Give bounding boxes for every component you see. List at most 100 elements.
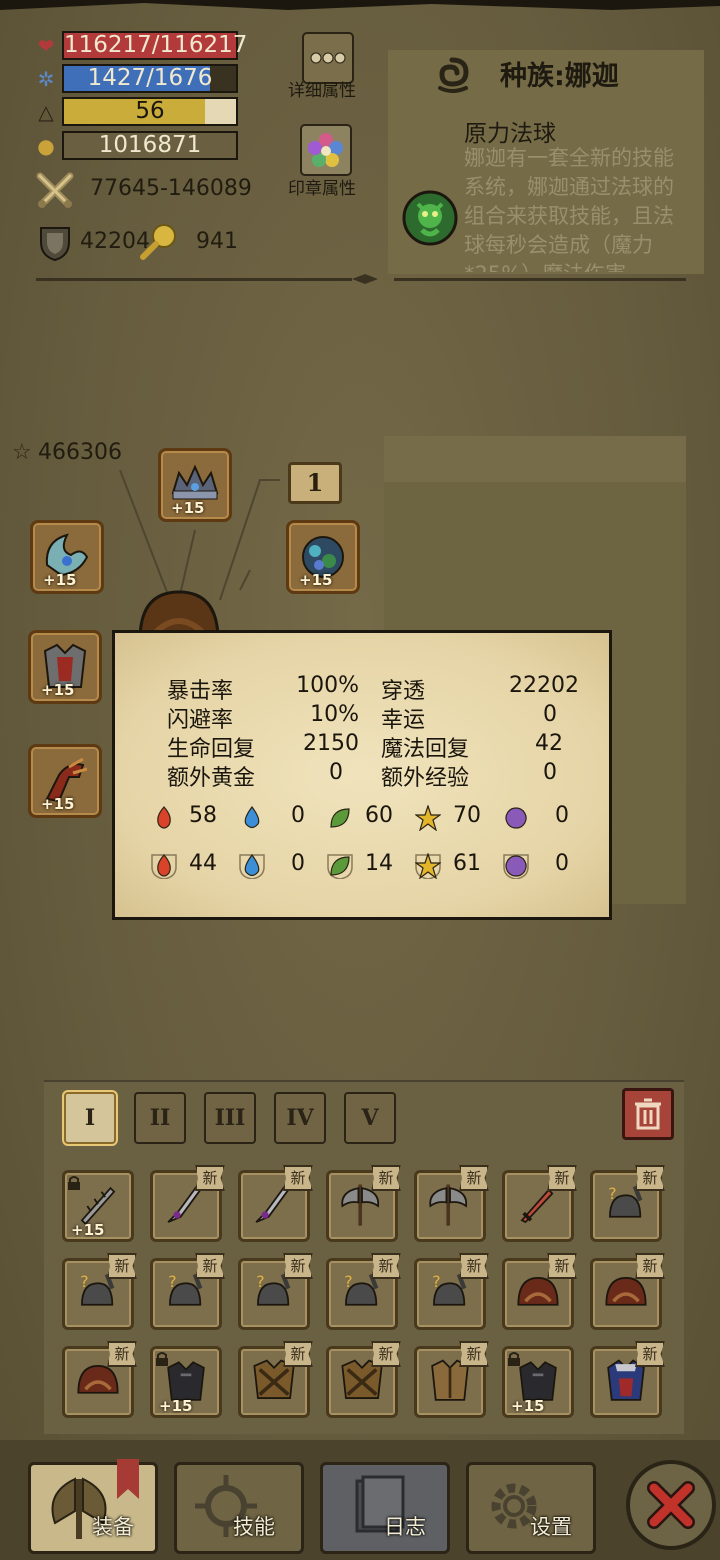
nav-log-button[interactable]: 日志 [320,1462,450,1554]
inventory-slot-cross-armor[interactable]: 新 [326,1341,401,1418]
new-badge: 新 [459,1341,489,1367]
new-badge: 新 [547,1253,577,1279]
penetration-label: 穿透 [381,679,426,704]
mp-regen-label: 魔法回复 [381,737,470,762]
amulet-slot[interactable]: +15 [30,520,104,594]
atk-element-value: 0 [291,803,305,828]
tab-5[interactable]: V [344,1092,396,1144]
atk-lightning-icon [415,805,441,831]
plus-level: +15 [511,1397,545,1415]
plus-level: +15 [159,1397,193,1415]
svg-text:?: ? [80,1272,89,1291]
inventory-slot-leather-cap[interactable]: 新 [502,1253,577,1330]
atk-element-value: 0 [555,803,569,828]
new-badge: 新 [635,1165,665,1191]
inventory-slot-leather-vest[interactable]: 新 [414,1341,489,1418]
res-element-value: 61 [453,851,481,876]
inventory-slot-dagger[interactable]: 新 [150,1165,225,1242]
svg-text:?: ? [256,1272,265,1291]
equipment-counter: 1 [288,462,342,504]
luck-label: 幸运 [381,708,426,733]
mp-regen-value: 42 [535,731,563,756]
ring-slot[interactable]: +15 [286,520,360,594]
tab-4[interactable]: IV [274,1092,326,1144]
stats-popup: 暴击率 100% 穿透 22202 闪避率 10% 幸运 0 生命回复 2150… [112,630,612,920]
inventory-slot-knight-armor[interactable]: 新 [590,1341,665,1418]
inventory-slot-battle-axe[interactable]: 新 [326,1165,401,1242]
inventory-slot-short-sword[interactable]: 新 [502,1165,577,1242]
gold-icon: ● [37,134,55,158]
inventory-slot-leather-cap[interactable]: 新 [590,1253,665,1330]
divider-ornament [352,274,378,284]
luck-value: 0 [543,702,557,727]
extra-exp-value: 0 [543,760,557,785]
nav-equip-button[interactable]: 装备 [28,1459,158,1554]
skill-name: 原力法球 [464,121,556,147]
nav-skills-button[interactable]: 技能 [174,1462,304,1554]
gold-bar: 1016871 [62,131,238,160]
close-button[interactable] [626,1460,716,1550]
new-badge: 新 [459,1165,489,1191]
new-badge: 新 [107,1253,137,1279]
inventory-slot-dark-armor[interactable]: +15 [150,1346,222,1418]
inventory-slot-mystery-helmet[interactable]: ? 新 [150,1253,225,1330]
inventory-slot-dark-armor[interactable]: +15 [502,1346,574,1418]
tab-1[interactable]: I [64,1092,116,1144]
dodge-rate-value: 10% [310,702,359,727]
hp-bar: 116217/116217 [62,31,247,60]
seal-attributes-label: 印章属性 [288,179,356,199]
new-badge: 新 [371,1341,401,1367]
penetration-value: 22202 [509,673,579,698]
new-badge: 新 [195,1253,225,1279]
star-score: 466306 [38,440,122,465]
armor-plus: +15 [41,681,75,699]
atk-leaf-icon [330,808,350,828]
helmet-slot[interactable]: +15 [158,448,232,522]
key-icon [140,224,176,260]
inventory-slot-spiked-blade[interactable]: +15 [62,1170,134,1242]
helmet-plus: +15 [171,499,205,517]
divider-left [36,278,352,281]
tab-3[interactable]: III [204,1092,256,1144]
hp-regen-value: 2150 [303,731,359,756]
inventory-slot-dagger[interactable]: 新 [238,1165,313,1242]
svg-text:?: ? [432,1272,441,1291]
discard-button[interactable] [622,1088,674,1140]
res-leaf-icon [327,854,353,879]
naga-portrait-icon [402,190,458,246]
inventory-slot-battle-axe[interactable]: 新 [414,1165,489,1242]
nav-skills-label: 技能 [233,1515,275,1539]
mp-text: 1427/1676 [87,65,213,91]
lock-icon [507,1351,521,1367]
heart-icon: ❤ [37,34,55,58]
inventory-slot-mystery-helmet[interactable]: ? 新 [414,1253,489,1330]
inventory-slot-mystery-helmet[interactable]: ? 新 [62,1253,137,1330]
plus-level: +15 [71,1221,105,1239]
atk-element-value: 58 [189,803,217,828]
inventory-slot-mystery-helmet[interactable]: ? 新 [590,1165,665,1242]
race-panel: 种族:娜迦 原力法球 娜迦有一套全新的技能系统，娜迦通过法球的组合来获取技能，且… [388,50,704,274]
nav-settings-button[interactable]: 设置 [466,1462,596,1554]
detail-attributes-label: 详细属性 [288,81,356,101]
armor-slot[interactable]: +15 [28,630,102,704]
inventory-slot-cross-armor[interactable]: 新 [238,1341,313,1418]
shield-icon [40,227,70,262]
new-badge: 新 [195,1165,225,1191]
naga-coil-icon [438,57,469,93]
seal-attributes-button[interactable] [300,124,352,176]
lock-icon [67,1175,81,1191]
lock-icon [155,1351,169,1367]
boots-slot[interactable]: +15 [28,744,102,818]
crit-rate-label: 暴击率 [167,679,234,704]
inventory-slot-mystery-helmet[interactable]: ? 新 [238,1253,313,1330]
res-water-icon [239,853,265,879]
nav-settings-label: 设置 [530,1515,572,1539]
crit-rate-value: 100% [296,673,359,698]
nav-equip-label: 装备 [92,1515,134,1539]
trash-icon [635,1098,661,1130]
extra-gold-value: 0 [329,760,343,785]
inventory-slot-leather-cap[interactable]: 新 [62,1341,137,1418]
tab-2[interactable]: II [134,1092,186,1144]
new-badge: 新 [635,1253,665,1279]
inventory-slot-mystery-helmet[interactable]: ? 新 [326,1253,401,1330]
